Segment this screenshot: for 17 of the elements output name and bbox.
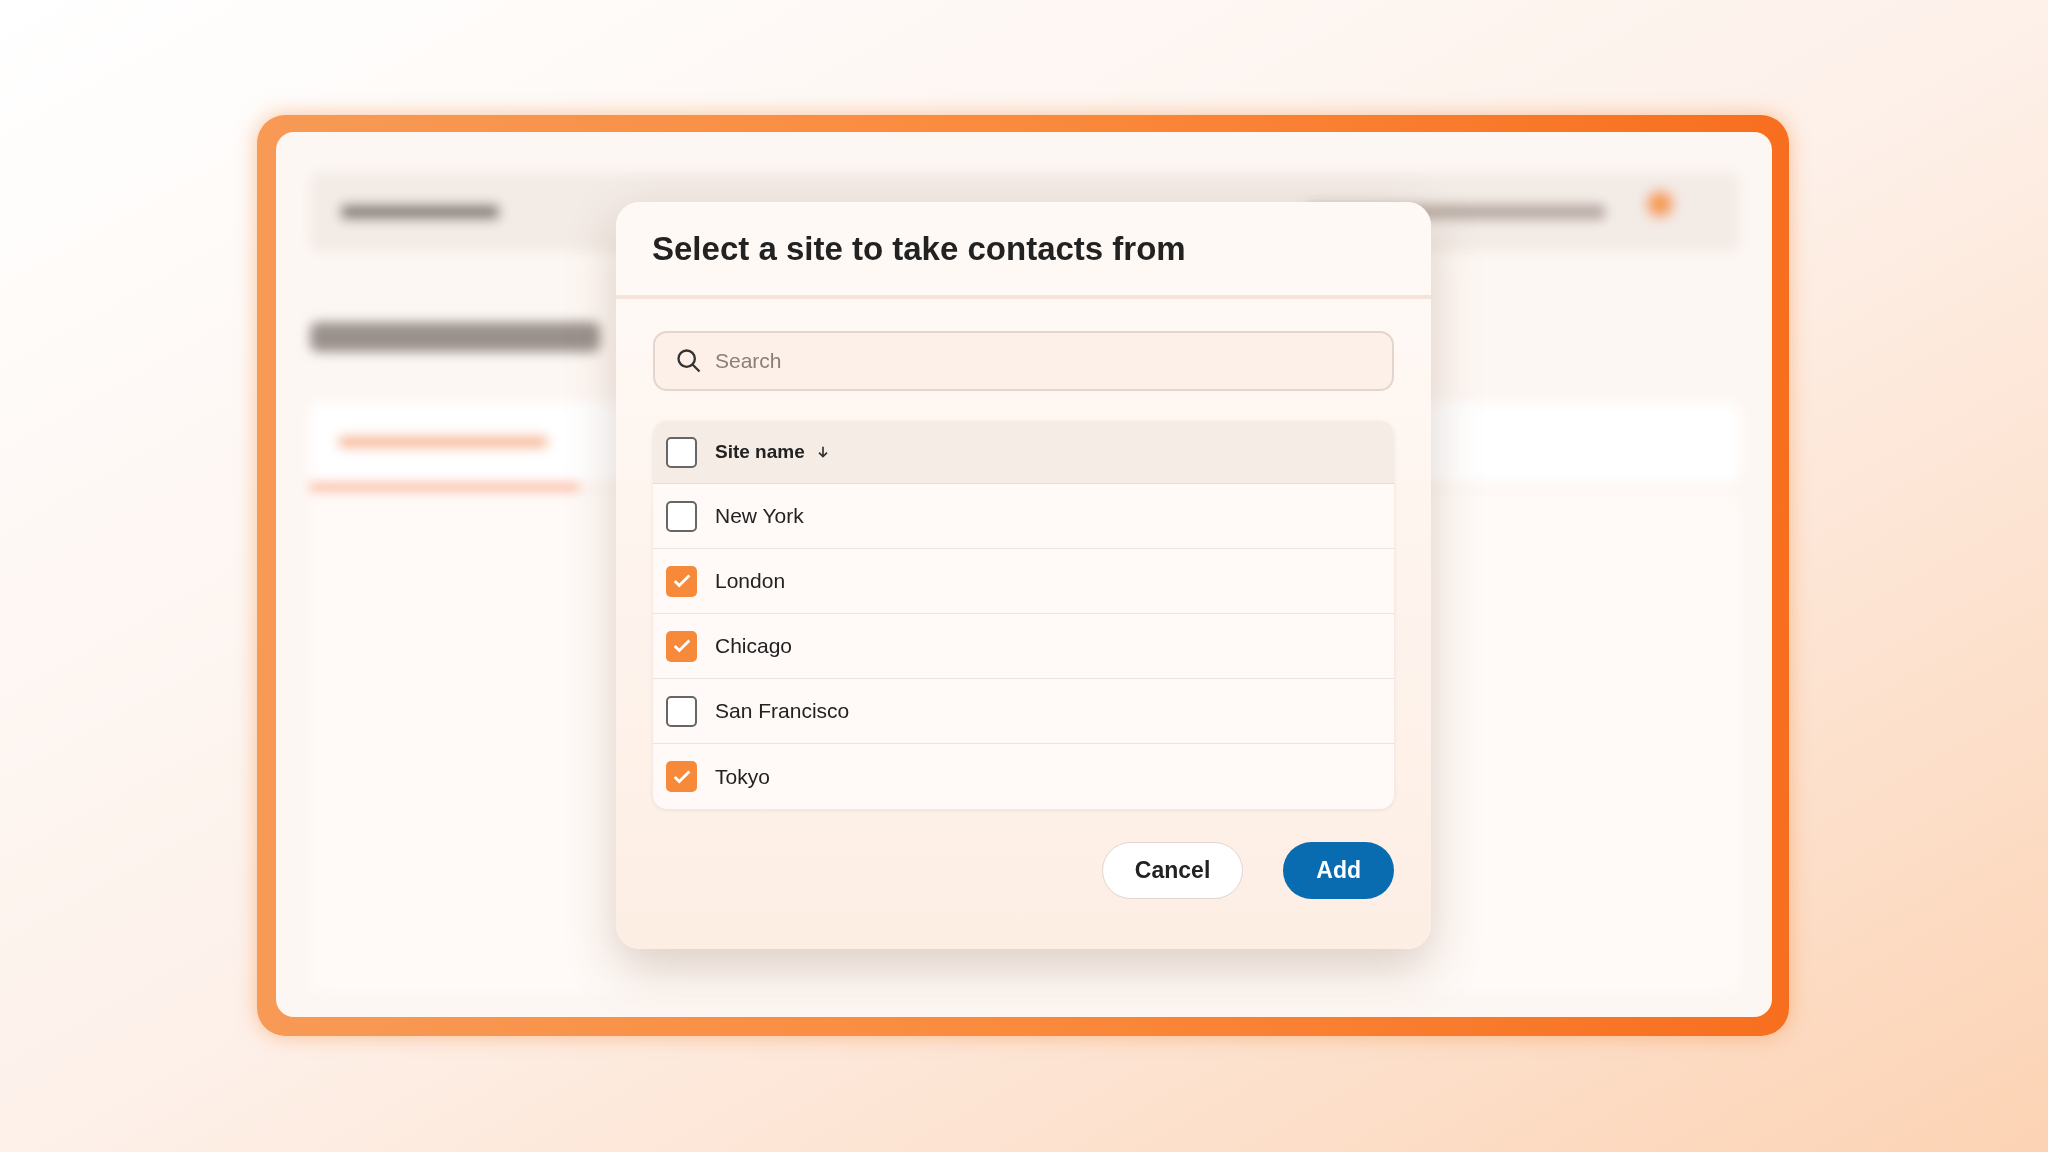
checkbox[interactable] [666, 761, 697, 792]
search-field[interactable]: Search [653, 331, 1394, 391]
site-name: San Francisco [715, 698, 850, 725]
checkbox[interactable] [666, 565, 697, 597]
site-name: Chicago [715, 633, 793, 660]
add-button[interactable]: Add [1283, 842, 1394, 899]
checkbox[interactable] [666, 500, 697, 532]
column-header[interactable]: Site name [715, 437, 805, 467]
checkbox[interactable] [666, 695, 697, 727]
search-icon [675, 347, 703, 375]
checkbox[interactable] [666, 436, 697, 468]
cancel-button[interactable]: Cancel [1101, 842, 1244, 899]
dialog-title: Select a site to take contacts from [652, 228, 1186, 269]
site-name: Tokyo [715, 763, 770, 790]
site-name: New York [715, 503, 804, 530]
checkbox[interactable] [666, 630, 697, 662]
site-name: London [715, 568, 786, 595]
